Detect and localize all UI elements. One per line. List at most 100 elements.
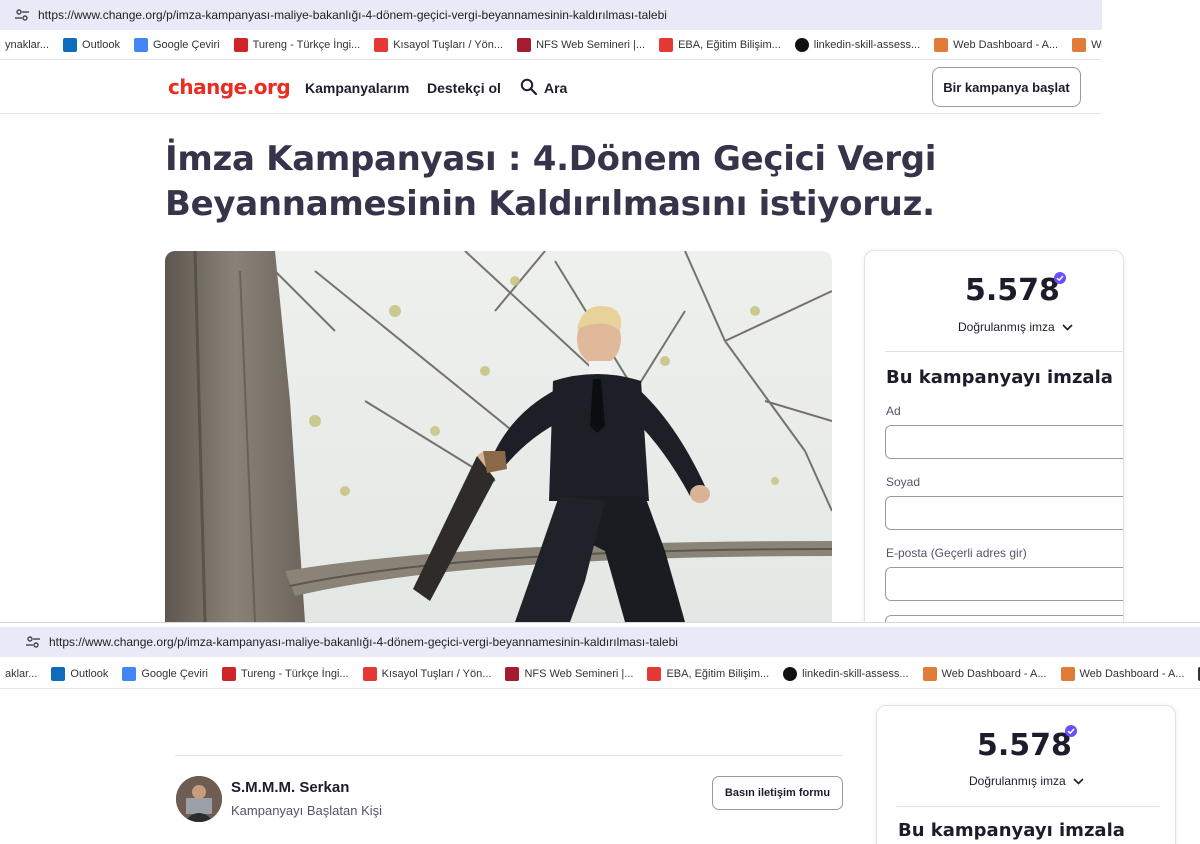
site-settings-icon[interactable]	[25, 635, 45, 649]
bookmark-label: Kısayol Tuşları / Yön...	[381, 667, 492, 680]
bookmark-label: Web Dashboard - A...	[941, 667, 1047, 680]
outlook-icon	[51, 666, 66, 681]
avatar[interactable]	[176, 776, 222, 822]
bookmark-label: linkedin-skill-assess...	[813, 38, 921, 51]
bookmark-label: aklar...	[5, 667, 38, 680]
bookmark-label: Web Dashboard - A...	[1091, 38, 1102, 51]
bookmark-label: Google Çeviri	[152, 38, 220, 51]
address-bar[interactable]: https://www.change.org/p/imza-kampanyası…	[0, 627, 1200, 657]
bookmark-item[interactable]: linkedin-skill-assess...	[783, 666, 909, 681]
bookmark-label: EBA, Eğitim Bilişim...	[666, 667, 770, 680]
bookmarks-bar: ynaklar... Outlook Google Çeviri Tureng - T…	[0, 30, 1102, 60]
dashboard-icon	[922, 666, 937, 681]
verified-badge-icon	[1053, 271, 1067, 290]
verified-badge-icon	[1064, 724, 1078, 743]
verified-signatures-label: Doğrulanmış imza	[958, 320, 1055, 334]
bookmark-item[interactable]: Tureng - Türkçe İngi...	[233, 37, 361, 52]
search-icon[interactable]	[520, 78, 538, 101]
signature-card: 5.578 Doğrulanmış imza Bu kampanyayı imz…	[864, 250, 1124, 622]
nav-support[interactable]: Destekçi ol	[427, 80, 501, 96]
shortcut-icon	[362, 666, 377, 681]
site-header: change.org Kampanyalarım Destekçi ol Ara…	[0, 62, 1102, 114]
bookmark-item[interactable]: Web Dashboard - A...	[934, 37, 1059, 52]
url-text[interactable]: https://www.change.org/p/imza-kampanyası…	[49, 635, 678, 649]
screenshot-bottom: https://www.change.org/p/imza-kampanyası…	[0, 622, 1200, 844]
bookmark-label: Tureng - Türkçe İngi...	[252, 38, 361, 51]
chevron-down-icon	[1062, 323, 1073, 331]
signature-count: 5.578	[977, 728, 1072, 763]
sign-form-title: Bu kampanyayı imzala	[886, 367, 1113, 388]
last-name-input[interactable]	[885, 496, 1123, 530]
signature-count: 5.578	[965, 273, 1060, 308]
bookmark-label: ynaklar...	[5, 38, 50, 51]
bookmark-item[interactable]: Google Çeviri	[133, 37, 220, 52]
bookmark-label: NFS Web Semineri |...	[536, 38, 646, 51]
eba-icon	[659, 37, 674, 52]
eba-icon	[647, 666, 662, 681]
nav-search[interactable]: Ara	[544, 80, 567, 96]
bookmark-item[interactable]: EBA, Eğitim Bilişim...	[647, 666, 770, 681]
bookmark-item[interactable]: Google Çeviri	[122, 666, 208, 681]
start-campaign-button[interactable]: Bir kampanya başlat	[932, 67, 1081, 107]
verified-signatures-toggle[interactable]: Doğrulanmış imza	[958, 320, 1073, 334]
dashboard-icon	[1060, 666, 1075, 681]
bookmark-item[interactable]: Outlook	[63, 37, 120, 52]
signature-card: 5.578 Doğrulanmış imza Bu kampanyayı imz…	[876, 705, 1176, 844]
bookmark-item[interactable]: Web Dashboard - A...	[1060, 666, 1185, 681]
site-settings-icon[interactable]	[14, 8, 34, 22]
bookmark-label: Web Dashboard - A...	[953, 38, 1059, 51]
bookmark-item[interactable]: Kısayol Tuşları / Yön...	[362, 666, 492, 681]
bookmark-item[interactable]: linkedin-skill-assess...	[794, 37, 921, 52]
petition-title: İmza Kampanyası : 4.Dönem Geçici Vergi B…	[165, 139, 937, 224]
address-bar[interactable]: https://www.change.org/p/imza-kampanyası…	[0, 0, 1102, 30]
card-divider	[897, 806, 1159, 807]
bookmark-label: EBA, Eğitim Bilişim...	[678, 38, 781, 51]
last-name-label: Soyad	[886, 475, 921, 489]
sign-form-title: Bu kampanyayı imzala	[898, 820, 1125, 841]
url-text[interactable]: https://www.change.org/p/imza-kampanyası…	[38, 8, 667, 22]
bookmark-item[interactable]: NFS Web Semineri |...	[517, 37, 646, 52]
bookmark-item[interactable]: EBA, Eğitim Bilişim...	[659, 37, 781, 52]
next-input[interactable]	[885, 615, 1123, 622]
bookmark-item[interactable]: ynaklar...	[0, 38, 49, 52]
shortcut-icon	[374, 37, 389, 52]
bookmark-item[interactable]: Web Dashboard - A...	[1072, 37, 1102, 52]
bookmark-label: NFS Web Semineri |...	[524, 667, 634, 680]
github-icon	[783, 666, 798, 681]
screenshot-top: https://www.change.org/p/imza-kampanyası…	[0, 0, 1200, 622]
bookmark-item[interactable]: aklar...	[0, 667, 37, 681]
verified-signatures-toggle[interactable]: Doğrulanmış imza	[969, 774, 1084, 788]
starter-name[interactable]: S.M.M.M. Serkan	[231, 779, 349, 796]
bookmark-label: Outlook	[70, 667, 109, 680]
bookmark-item[interactable]: NFS Web Semineri |...	[505, 666, 634, 681]
press-contact-button[interactable]: Basın iletişim formu	[712, 776, 843, 810]
bookmark-item[interactable]: Outlook	[51, 666, 109, 681]
chevron-down-icon	[1073, 777, 1084, 785]
harvard-shield-icon	[517, 37, 532, 52]
bookmark-label: Kısayol Tuşları / Yön...	[393, 38, 504, 51]
bookmark-label: Google Çeviri	[141, 667, 208, 680]
starter-divider	[175, 755, 843, 756]
card-divider	[885, 351, 1123, 352]
change-org-logo[interactable]: change.org	[168, 75, 291, 99]
bookmark-label: Tureng - Türkçe İngi...	[240, 667, 349, 680]
email-label: E-posta (Geçerli adres gir)	[886, 546, 1027, 560]
bookmark-item[interactable]: Kısayol Tuşları / Yön...	[374, 37, 504, 52]
tureng-icon	[221, 666, 236, 681]
first-name-input[interactable]	[885, 425, 1123, 459]
bookmark-item[interactable]: Tureng - Türkçe İngi...	[221, 666, 349, 681]
nav-my-campaigns[interactable]: Kampanyalarım	[305, 80, 409, 96]
google-translate-icon	[122, 666, 137, 681]
google-translate-icon	[133, 37, 148, 52]
starter-role: Kampanyayı Başlatan Kişi	[231, 803, 383, 818]
email-input[interactable]	[885, 567, 1123, 601]
bookmark-item[interactable]: Web Dashboard - A...	[922, 666, 1047, 681]
first-name-label: Ad	[886, 404, 901, 418]
outlook-icon	[63, 37, 78, 52]
dashboard-icon	[934, 37, 949, 52]
github-icon	[794, 37, 809, 52]
bookmarks-bar: aklar... Outlook Google Çeviri Tureng - Tür…	[0, 659, 1200, 689]
dashboard-icon	[1072, 37, 1087, 52]
bookmark-label: Outlook	[82, 38, 120, 51]
bookmark-label: Web Dashboard - A...	[1079, 667, 1185, 680]
